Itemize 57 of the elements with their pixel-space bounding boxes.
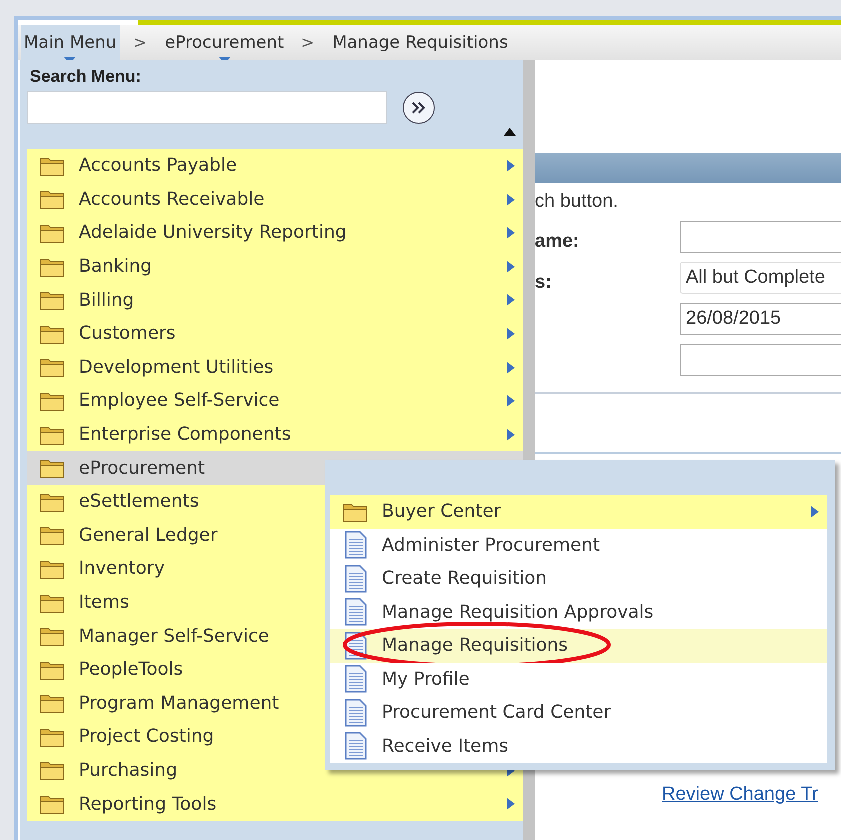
menu-item[interactable]: eSettlements [79,491,200,512]
text-field[interactable]: 26/08/2015 [680,303,841,335]
menu-item[interactable]: My Profile [382,668,470,690]
breadcrumb-separator: > [134,33,148,52]
menu-item[interactable]: Accounts Receivable [79,188,265,210]
menu-item[interactable]: Enterprise Components [79,424,292,446]
menu-item[interactable]: Accounts Payable [79,155,238,176]
breadcrumb-link[interactable]: Manage Requisitions [330,25,512,60]
submenu-arrow-icon [811,506,819,518]
menu-item[interactable]: Development Utilities [79,356,274,378]
document-icon [345,598,367,626]
submenu-arrow-icon [507,260,515,273]
menu-item[interactable]: Purchasing [79,760,178,781]
breadcrumb-link[interactable]: Main Menu [21,25,120,60]
menu-item[interactable]: Banking [79,256,152,278]
field-label: ame: [535,231,580,253]
menu-item[interactable]: Inventory [79,558,165,580]
status-dropdown[interactable]: All but Complete [680,262,841,294]
menu-item[interactable]: Items [79,592,130,614]
menu-item[interactable]: eProcurement [79,458,206,479]
submenu-arrow-icon [507,328,515,340]
menu-item[interactable]: Adelaide University Reporting [79,222,347,244]
document-icon [345,564,367,593]
menu-item[interactable]: Billing [79,290,134,311]
menu-item[interactable]: Program Management [79,692,280,714]
document-icon [345,665,367,694]
menu-item[interactable]: Receive Items [382,736,509,757]
submenu-arrow-icon [507,194,515,206]
search-menu-label: Search Menu: [30,67,142,87]
menu-item[interactable]: General Ledger [79,524,218,546]
document-icon [345,531,367,560]
text-field[interactable] [680,221,841,253]
instruction-text: ch button. [535,191,618,212]
review-link[interactable]: Review Change Tr [662,784,818,806]
menu-item[interactable]: Buyer Center [382,501,502,522]
scroll-up-icon[interactable] [504,128,516,136]
field-label: s: [535,272,552,294]
submenu-arrow-icon [507,227,515,240]
submenu-arrow-icon [507,362,515,374]
breadcrumb-separator: > [301,33,315,52]
search-go-button[interactable] [403,92,435,124]
submenu-arrow-icon [507,160,515,172]
menu-item[interactable]: Manager Self-Service [79,626,270,647]
submenu-arrow-icon [507,798,515,810]
double-chevron-icon [411,100,427,114]
submenu-arrow-icon [507,294,515,306]
search-menu-field[interactable] [27,91,387,124]
menu-item[interactable]: Project Costing [79,726,214,748]
menu-item[interactable]: Customers [79,323,176,344]
text-field[interactable] [680,344,841,376]
submenu-arrow-icon [507,428,515,441]
document-icon [345,698,367,727]
submenu-arrow-icon [507,395,515,408]
document-icon [345,732,367,760]
menu-item[interactable]: PeopleTools [79,659,184,680]
menu-item[interactable]: Employee Self-Service [79,390,280,412]
menu-item[interactable]: Reporting Tools [79,794,217,815]
